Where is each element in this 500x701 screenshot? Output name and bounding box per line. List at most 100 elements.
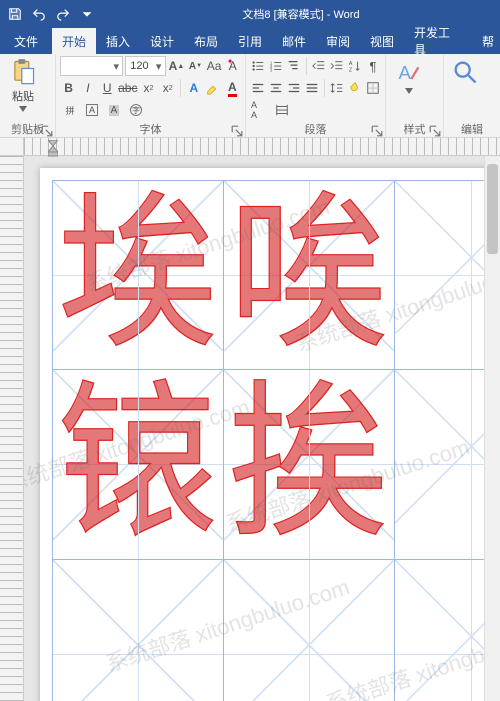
redo-button[interactable] <box>52 3 74 25</box>
svg-text:Z: Z <box>349 67 353 73</box>
sort-button[interactable]: AZ <box>347 56 363 76</box>
grid-cell: 唉 <box>223 180 395 371</box>
tab-references[interactable]: 引用 <box>228 28 272 54</box>
horizontal-ruler[interactable] <box>24 138 500 156</box>
tab-layout[interactable]: 布局 <box>184 28 228 54</box>
change-case-button[interactable]: Aa <box>206 56 223 76</box>
tab-mailings[interactable]: 邮件 <box>272 28 316 54</box>
paste-button[interactable]: 粘贴 <box>4 56 42 112</box>
styles-icon: A <box>395 58 423 86</box>
text-effects-button[interactable]: A <box>185 78 202 98</box>
save-button[interactable] <box>4 3 26 25</box>
ruler-corner <box>0 138 24 156</box>
chevron-down-icon: ▾ <box>110 60 122 73</box>
superscript-button[interactable]: x2 <box>159 78 176 98</box>
multilevel-list-button[interactable] <box>286 56 302 76</box>
calligraphy-character: 挨 <box>230 381 386 547</box>
justify-button[interactable] <box>304 78 320 98</box>
paragraph-dialog-launcher[interactable] <box>371 125 383 137</box>
tab-home[interactable]: 开始 <box>52 28 96 54</box>
tab-review[interactable]: 审阅 <box>316 28 360 54</box>
group-styles: A 样式 <box>386 54 444 137</box>
group-editing: 编辑 <box>444 54 500 137</box>
calligraphy-character: 唉 <box>230 192 386 358</box>
show-marks-button[interactable]: ¶ <box>365 56 381 76</box>
svg-text:A: A <box>399 62 412 83</box>
align-right-button[interactable] <box>286 78 302 98</box>
underline-button[interactable]: U <box>99 78 116 98</box>
shading-button[interactable] <box>347 78 363 98</box>
document-title-text: 文档8 [兼容模式] - Word <box>242 9 359 21</box>
svg-text:3: 3 <box>270 67 273 72</box>
vertical-scrollbar[interactable] <box>484 156 500 701</box>
grid-cell: 挨 <box>223 369 395 560</box>
phonetic-guide-button[interactable]: 拼 <box>60 100 80 120</box>
calligraphy-character: 锿 <box>59 381 215 547</box>
tab-developer[interactable]: 开发工具 <box>404 28 472 54</box>
quick-access-toolbar <box>0 3 102 25</box>
shrink-font-button[interactable]: A▼ <box>187 56 204 76</box>
window-title: 文档8 [兼容模式] - Word <box>102 6 500 22</box>
separator <box>306 57 307 75</box>
separator <box>324 79 325 97</box>
enclose-characters-button[interactable]: 字 <box>126 100 146 120</box>
clear-formatting-button[interactable]: A✦ <box>224 56 241 76</box>
qat-customize-button[interactable] <box>76 3 98 25</box>
highlight-button[interactable] <box>204 78 221 98</box>
group-styles-label: 样式 <box>390 121 439 137</box>
font-size-combo[interactable]: 120▾ <box>125 56 165 76</box>
scrollbar-thumb[interactable] <box>487 164 498 254</box>
group-paragraph-label: 段落 <box>250 121 381 137</box>
grow-font-button[interactable]: A▲ <box>168 56 186 76</box>
increase-indent-button[interactable] <box>329 56 345 76</box>
grid-cell <box>223 559 395 701</box>
clipboard-dialog-launcher[interactable] <box>41 125 53 137</box>
font-color-button[interactable]: A <box>224 78 241 98</box>
chevron-down-icon <box>405 88 413 94</box>
group-font-label: 字体 <box>60 121 241 137</box>
ribbon: 粘贴 剪贴板 ▾ 120▾ A▲ A▼ Aa A✦ B I U abc <box>0 54 500 138</box>
distributed-button[interactable] <box>272 100 292 120</box>
asian-layout-button[interactable]: A A <box>250 100 270 120</box>
font-size-value: 120 <box>126 60 152 72</box>
strikethrough-button[interactable]: abc <box>118 78 138 98</box>
line-spacing-button[interactable] <box>329 78 345 98</box>
grid-cell: 埃 <box>52 180 224 371</box>
vertical-ruler[interactable] <box>0 156 24 701</box>
calligraphy-grid: 埃唉锿挨 <box>52 180 500 701</box>
ribbon-tabs: 文件 开始 插入 设计 布局 引用 邮件 审阅 视图 开发工具 帮 <box>0 28 500 54</box>
decrease-indent-button[interactable] <box>311 56 327 76</box>
tab-file[interactable]: 文件 <box>0 28 52 54</box>
borders-button[interactable] <box>365 78 381 98</box>
undo-button[interactable] <box>28 3 50 25</box>
font-dialog-launcher[interactable] <box>231 125 243 137</box>
tab-view[interactable]: 视图 <box>360 28 404 54</box>
document-page[interactable]: 埃唉锿挨 系统部落 xitongbuluo.com 系统部落 xitongbul… <box>40 168 500 701</box>
styles-dialog-launcher[interactable] <box>429 125 441 137</box>
group-editing-label: 编辑 <box>448 121 496 137</box>
group-clipboard-label: 剪贴板 <box>4 121 51 137</box>
bold-button[interactable]: B <box>60 78 77 98</box>
group-font: ▾ 120▾ A▲ A▼ Aa A✦ B I U abc x2 x2 A A 拼 <box>56 54 246 137</box>
find-button[interactable] <box>448 56 482 86</box>
bullets-button[interactable] <box>250 56 266 76</box>
align-left-button[interactable] <box>250 78 266 98</box>
hanging-indent-marker[interactable] <box>48 144 58 158</box>
italic-button[interactable]: I <box>79 78 96 98</box>
calligraphy-character: 埃 <box>59 192 215 358</box>
align-center-button[interactable] <box>268 78 284 98</box>
document-workspace: 埃唉锿挨 系统部落 xitongbuluo.com 系统部落 xitongbul… <box>0 138 500 701</box>
tab-help[interactable]: 帮 <box>472 28 500 54</box>
tab-insert[interactable]: 插入 <box>96 28 140 54</box>
separator <box>180 79 181 97</box>
character-shading-button[interactable]: A <box>104 100 124 120</box>
subscript-button[interactable]: x2 <box>140 78 157 98</box>
styles-gallery-button[interactable]: A <box>390 56 428 94</box>
font-name-combo[interactable]: ▾ <box>60 56 123 76</box>
numbering-button[interactable]: 123 <box>268 56 284 76</box>
tab-design[interactable]: 设计 <box>140 28 184 54</box>
character-border-button[interactable]: A <box>82 100 102 120</box>
calligraphy-character <box>230 571 386 701</box>
group-clipboard: 粘贴 剪贴板 <box>0 54 56 137</box>
svg-text:A: A <box>349 61 353 67</box>
